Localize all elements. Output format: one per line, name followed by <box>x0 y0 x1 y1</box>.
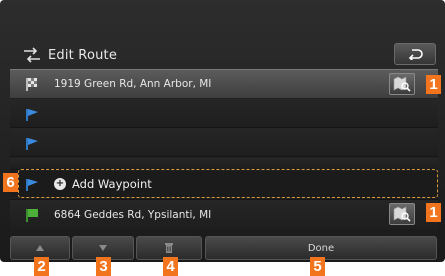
map-search-icon <box>393 76 411 92</box>
waypoint-flag-icon <box>26 108 38 121</box>
navigation-screen: Edit Route 1919 Green Rd, Ann Arbor, MI <box>0 0 445 262</box>
start-address: 1919 Green Rd, Ann Arbor, MI <box>54 78 212 90</box>
start-map-search-button[interactable] <box>389 73 415 95</box>
plus-circle-icon: + <box>54 178 66 190</box>
destination-flag-icon <box>26 208 38 222</box>
waypoint-flag-icon <box>26 179 38 191</box>
callout-badge: 5 <box>310 257 325 276</box>
callout-badge: 1 <box>426 203 441 222</box>
add-waypoint-row[interactable]: + Add Waypoint <box>10 171 438 197</box>
back-arrow-icon <box>408 49 423 60</box>
triangle-up-icon <box>36 245 44 251</box>
start-flag-icon <box>26 78 37 91</box>
done-label: Done <box>307 242 335 254</box>
route-start-row[interactable]: 1919 Green Rd, Ann Arbor, MI <box>10 69 438 99</box>
callout-badge: 6 <box>3 173 18 192</box>
destination-map-search-button[interactable] <box>389 203 415 225</box>
page-title: Edit Route <box>48 47 118 63</box>
header: Edit Route <box>0 0 445 68</box>
waypoint-row[interactable] <box>10 129 438 157</box>
route-destination-row[interactable]: 6864 Geddes Rd, Ypsilanti, MI <box>10 199 438 229</box>
triangle-down-icon <box>99 245 107 251</box>
callout-badge: 3 <box>96 257 111 276</box>
destination-address: 6864 Geddes Rd, Ypsilanti, MI <box>54 208 212 221</box>
waypoint-flag-icon <box>26 137 38 150</box>
list-spacer <box>10 158 438 170</box>
add-waypoint-label: Add Waypoint <box>72 177 152 191</box>
title-row: Edit Route <box>22 44 117 66</box>
callout-badge: 4 <box>163 257 178 276</box>
trash-icon <box>165 243 173 253</box>
callout-badge: 1 <box>426 75 441 94</box>
back-button[interactable] <box>394 43 436 65</box>
route-edit-icon <box>24 47 40 63</box>
waypoint-row[interactable] <box>10 100 438 128</box>
map-search-icon <box>393 206 411 222</box>
callout-badge: 2 <box>34 257 49 276</box>
